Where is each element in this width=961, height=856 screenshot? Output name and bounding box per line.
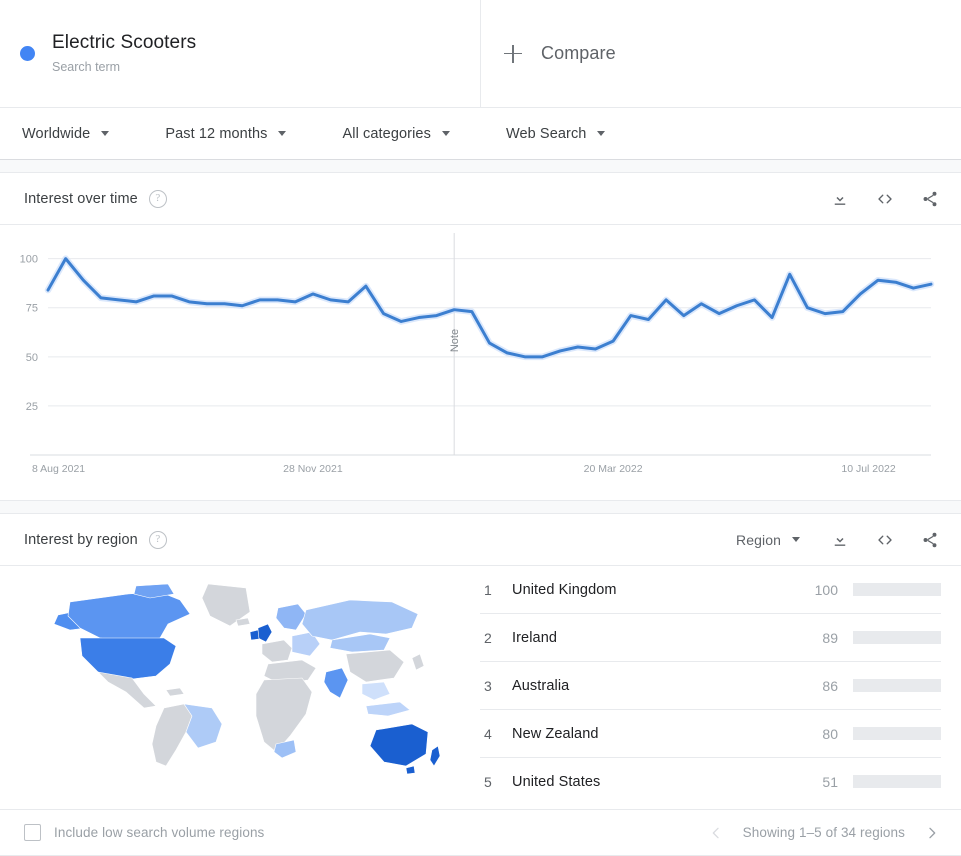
- chevron-down-icon: [597, 131, 606, 136]
- download-icon[interactable]: [829, 188, 851, 210]
- svg-text:75: 75: [26, 303, 38, 315]
- table-row[interactable]: 1 United Kingdom 100: [480, 566, 941, 614]
- region-rank: 3: [484, 677, 492, 694]
- interest-by-region-header: Interest by region ? Region: [0, 514, 961, 566]
- svg-text:10 Jul 2022: 10 Jul 2022: [841, 463, 895, 475]
- search-term-title: Electric Scooters: [52, 32, 197, 53]
- table-row[interactable]: 4 New Zealand 80: [480, 710, 941, 758]
- region-rank: 5: [484, 773, 492, 790]
- download-icon[interactable]: [829, 529, 851, 551]
- search-term-bar: Electric Scooters Search term Compare: [0, 0, 961, 108]
- table-row[interactable]: 3 Australia 86: [480, 662, 941, 710]
- chevron-down-icon: [101, 131, 110, 136]
- region-name[interactable]: United Kingdom: [512, 582, 796, 598]
- region-scope-select[interactable]: Region: [736, 532, 800, 548]
- region-pager: Showing 1–5 of 34 regions: [707, 824, 941, 842]
- region-name[interactable]: United States: [512, 774, 796, 790]
- chevron-right-icon[interactable]: [923, 824, 941, 842]
- svg-text:20 Mar 2022: 20 Mar 2022: [584, 463, 643, 475]
- filter-category[interactable]: All categories: [342, 125, 450, 142]
- google-trends-page: Electric Scooters Search term Compare Wo…: [0, 0, 961, 856]
- compare-button[interactable]: Compare: [481, 0, 961, 107]
- filter-search-type-label: Web Search: [505, 125, 587, 142]
- region-bar-track: [853, 631, 941, 644]
- filter-location[interactable]: Worldwide: [22, 125, 110, 142]
- include-low-volume-label: Include low search volume regions: [54, 825, 265, 840]
- filter-time-range-label: Past 12 months: [165, 125, 268, 142]
- embed-code-icon[interactable]: [874, 188, 896, 210]
- trend-line-chart: 25 50 75 100 8 Aug 2021 28 Nov 2021 20 Mar 202…: [20, 233, 935, 475]
- region-name[interactable]: Australia: [512, 678, 796, 694]
- region-footer: Include low search volume regions Showin…: [0, 809, 961, 855]
- search-term-card[interactable]: Electric Scooters Search term: [0, 0, 481, 107]
- filter-time-range[interactable]: Past 12 months: [165, 125, 287, 142]
- interest-over-time-title: Interest over time: [24, 190, 138, 207]
- interest-over-time-header: Interest over time ?: [0, 173, 961, 225]
- svg-text:28 Nov 2021: 28 Nov 2021: [283, 463, 343, 475]
- filter-bar: Worldwide Past 12 months All categories …: [0, 108, 961, 160]
- region-value: 51: [822, 773, 838, 790]
- world-map-svg: [53, 583, 440, 775]
- region-name[interactable]: Ireland: [512, 630, 796, 646]
- include-low-volume-checkbox[interactable]: [24, 824, 41, 841]
- region-value: 100: [814, 581, 838, 598]
- compare-label: Compare: [541, 43, 616, 63]
- region-bar-track: [853, 679, 941, 692]
- interest-over-time-chart[interactable]: 25 50 75 100 8 Aug 2021 28 Nov 2021 20 Mar 202…: [0, 225, 961, 500]
- world-map[interactable]: [0, 566, 480, 809]
- region-value: 80: [822, 725, 838, 742]
- share-icon[interactable]: [919, 188, 941, 210]
- plus-icon: [503, 44, 523, 64]
- help-circle-icon[interactable]: ?: [148, 530, 167, 549]
- search-term-texts: Electric Scooters Search term: [52, 31, 196, 76]
- chevron-down-icon: [278, 131, 287, 136]
- interest-by-region-title: Interest by region: [24, 531, 138, 548]
- search-term-subtitle: Search term: [52, 60, 121, 74]
- svg-text:8 Aug 2021: 8 Aug 2021: [32, 463, 85, 475]
- table-row[interactable]: 5 United States 51: [480, 758, 941, 805]
- region-bar-track: [853, 727, 941, 740]
- interest-over-time-actions: [806, 188, 941, 210]
- region-value: 86: [822, 677, 838, 694]
- filter-location-label: Worldwide: [22, 125, 91, 142]
- region-value: 89: [822, 629, 838, 646]
- interest-by-region-actions: [806, 529, 941, 551]
- svg-text:50: 50: [26, 352, 38, 364]
- interest-by-region-body: 1 United Kingdom 100 2 Ireland 89 3 Aust…: [0, 566, 961, 809]
- interest-by-region-card: Interest by region ? Region 1 United Kin…: [0, 513, 961, 856]
- region-name[interactable]: New Zealand: [512, 726, 796, 742]
- chevron-down-icon: [441, 131, 450, 136]
- region-list: 1 United Kingdom 100 2 Ireland 89 3 Aust…: [480, 566, 961, 809]
- help-circle-icon[interactable]: ?: [148, 189, 167, 208]
- table-row[interactable]: 2 Ireland 89: [480, 614, 941, 662]
- svg-text:25: 25: [26, 401, 38, 413]
- chevron-down-icon: [792, 537, 800, 542]
- filter-category-label: All categories: [342, 125, 431, 142]
- interest-over-time-card: Interest over time ? 25 50 75 100 8 Aug 2021…: [0, 172, 961, 501]
- region-pager-text: Showing 1–5 of 34 regions: [742, 825, 905, 840]
- embed-code-icon[interactable]: [874, 529, 896, 551]
- region-bar-track: [853, 583, 941, 596]
- region-bar-track: [853, 775, 941, 788]
- share-icon[interactable]: [919, 529, 941, 551]
- series-color-dot: [20, 46, 35, 61]
- chevron-left-icon[interactable]: [707, 824, 725, 842]
- region-rank: 4: [484, 725, 492, 742]
- filter-search-type[interactable]: Web Search: [506, 126, 606, 142]
- region-scope-label: Region: [736, 531, 781, 548]
- region-rank: 1: [484, 581, 492, 598]
- region-rank: 2: [484, 629, 492, 646]
- svg-text:Note: Note: [449, 329, 461, 352]
- svg-text:100: 100: [20, 254, 38, 266]
